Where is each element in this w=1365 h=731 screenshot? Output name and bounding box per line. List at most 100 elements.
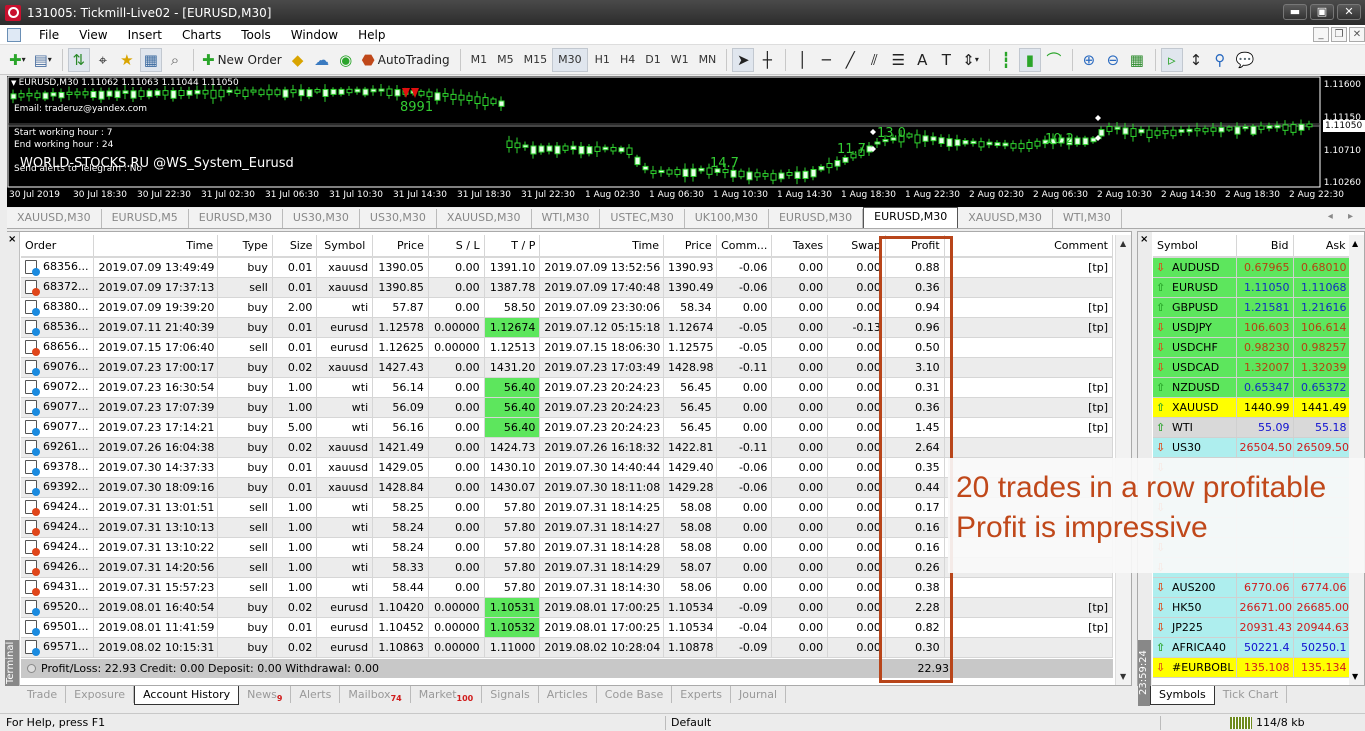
market-watch-row[interactable]: ⇩ US30 26504.50 26509.50 — [1153, 437, 1351, 458]
tile-windows-button[interactable]: ▦ — [1126, 48, 1148, 72]
line-chart-button[interactable]: ⌒ — [1043, 48, 1065, 72]
menu-insert[interactable]: Insert — [118, 28, 172, 42]
new-chart-button[interactable]: ✚ ▾ — [6, 48, 29, 72]
column-header[interactable]: T / P — [484, 235, 541, 258]
terminal-tab-code-base[interactable]: Code Base — [597, 686, 673, 703]
chart-tab[interactable]: XAUUSD,M30 — [437, 209, 532, 228]
close-button[interactable]: ✕ — [1337, 4, 1361, 20]
child-close-button[interactable]: ✕ — [1349, 27, 1365, 42]
candlestick-chart-button[interactable]: ▮ — [1018, 47, 1041, 72]
timeframe-m30[interactable]: M30 — [552, 47, 588, 72]
child-minimize-button[interactable]: _ — [1313, 27, 1329, 42]
timeframe-m1[interactable]: M1 — [466, 53, 493, 66]
menu-view[interactable]: View — [69, 28, 117, 42]
vertical-line-tool[interactable]: │ — [791, 48, 813, 72]
maximize-button[interactable]: ▣ — [1310, 4, 1334, 20]
column-header[interactable]: Order — [21, 235, 95, 258]
arrows-tool[interactable]: ⇕ ▾ — [959, 48, 982, 72]
column-header[interactable]: Comm... — [716, 235, 773, 258]
mw-col-ask[interactable]: Ask — [1293, 235, 1351, 258]
column-header[interactable]: Price — [663, 235, 717, 258]
tab-scroll-arrows[interactable]: ◂ ▸ — [1328, 211, 1359, 222]
market-watch-row[interactable]: ⇧ NZDUSD 0.65347 0.65372 — [1153, 377, 1351, 398]
menu-tools[interactable]: Tools — [231, 28, 281, 42]
horizontal-line-tool[interactable]: ─ — [815, 48, 837, 72]
document-menu-icon[interactable] — [7, 27, 21, 42]
price-chart[interactable]: ▼ EURUSD,M30 1.11062 1.11063 1.11044 1.1… — [7, 76, 1365, 207]
chart-tab[interactable]: EURUSD,M30 — [189, 209, 283, 228]
equidistant-channel-tool[interactable]: ⫽ — [863, 48, 885, 72]
fibonacci-tool[interactable]: ☰ — [887, 48, 909, 72]
autotrading-button[interactable]: ⬣ AutoTrading — [359, 48, 453, 72]
column-header[interactable]: S / L — [428, 235, 485, 258]
timeframe-mn[interactable]: MN — [694, 53, 722, 66]
autoscroll-button[interactable]: ▹ — [1160, 47, 1183, 72]
terminal-tab-news[interactable]: News9 — [239, 686, 292, 703]
new-order-button[interactable]: ✚ New Order — [199, 48, 285, 72]
market-watch-row[interactable]: ⇩ AUS200 6770.06 6774.06 — [1153, 577, 1351, 598]
market-watch-row[interactable]: ⇩ #EURBOBL 135.108 135.134 — [1153, 657, 1351, 678]
zoom-out-button[interactable]: ⊖ — [1102, 48, 1124, 72]
chart-tab[interactable]: WTI,M30 — [1053, 209, 1122, 228]
market-watch-row[interactable]: ⇧ AFRICA40 50221.4 50250.1 — [1153, 637, 1351, 658]
crosshair-tool[interactable]: ┼ — [756, 48, 778, 72]
chart-tab[interactable]: US30,M30 — [360, 209, 437, 228]
chart-tab[interactable]: XAUUSD,M30 — [958, 209, 1053, 228]
timeframe-d1[interactable]: D1 — [640, 53, 665, 66]
timeframe-m15[interactable]: M15 — [519, 53, 553, 66]
search-button[interactable]: ⚲ — [1209, 48, 1231, 72]
column-header[interactable]: Comment — [944, 235, 1114, 258]
column-header[interactable]: Time — [93, 235, 219, 258]
market-watch-row[interactable]: ⇩ HK50 26671.00 26685.00 — [1153, 597, 1351, 618]
text-tool[interactable]: A — [911, 48, 933, 72]
mw-col-bid[interactable]: Bid — [1236, 235, 1294, 258]
cursor-tool[interactable]: ➤ — [732, 47, 755, 72]
market-watch-row[interactable]: ⇧ WTI 55.09 55.18 — [1153, 417, 1351, 438]
terminal-tab-articles[interactable]: Articles — [539, 686, 597, 703]
text-label-tool[interactable]: T — [935, 48, 957, 72]
chart-shift-button[interactable]: ↕ — [1185, 48, 1207, 72]
column-header[interactable]: Swap — [827, 235, 886, 258]
menu-charts[interactable]: Charts — [172, 28, 231, 42]
terminal-tab-exposure[interactable]: Exposure — [66, 686, 135, 703]
market-watch-row[interactable]: ⇧ XAUUSD 1440.99 1441.49 — [1153, 397, 1351, 418]
column-header[interactable]: Type — [217, 235, 273, 258]
timeframe-m5[interactable]: M5 — [492, 53, 519, 66]
market-watch-tab-tick-chart[interactable]: Tick Chart — [1215, 686, 1288, 703]
data-window-button[interactable]: ⌖ — [92, 48, 114, 72]
child-restore-button[interactable]: ❐ — [1331, 27, 1347, 42]
column-header[interactable]: Price — [372, 235, 429, 258]
market-watch-row[interactable]: ⇩ USDCAD 1.32007 1.32039 — [1153, 357, 1351, 378]
chart-tab[interactable]: UK100,M30 — [685, 209, 769, 228]
market-watch-row[interactable]: ⇧ GBPUSD 1.21581 1.21616 — [1153, 297, 1351, 318]
terminal-tab-journal[interactable]: Journal — [731, 686, 787, 703]
menu-window[interactable]: Window — [281, 28, 348, 42]
market-watch-row[interactable]: ⇩ USDJPY 106.603 106.614 — [1153, 317, 1351, 338]
timeframe-h4[interactable]: H4 — [615, 53, 640, 66]
signals-button[interactable]: ◉ — [335, 48, 357, 72]
terminal-tab-mailbox[interactable]: Mailbox74 — [340, 686, 411, 703]
terminal-tab-experts[interactable]: Experts — [672, 686, 732, 703]
trendline-tool[interactable]: ╱ — [839, 48, 861, 72]
market-watch-close-icon[interactable]: × — [1140, 234, 1148, 245]
market-watch-row[interactable]: ⇩ AUDUSD 0.67965 0.68010 — [1153, 257, 1351, 278]
market-watch-tab-symbols[interactable]: Symbols — [1150, 686, 1215, 705]
mw-col-symbol[interactable]: Symbol — [1153, 235, 1237, 258]
strategy-tester-button[interactable]: ⌕ — [164, 48, 186, 72]
timeframe-h1[interactable]: H1 — [590, 53, 615, 66]
metaeditor-button[interactable]: ◆ — [287, 48, 309, 72]
navigator-button[interactable]: ★ — [116, 48, 138, 72]
column-header[interactable]: Symbol — [316, 235, 374, 258]
column-header[interactable]: Time — [539, 235, 664, 258]
chart-tab[interactable]: EURUSD,M30 — [863, 207, 959, 228]
terminal-tab-market[interactable]: Market100 — [411, 686, 483, 703]
profiles-button[interactable]: ▤ ▾ — [31, 48, 55, 72]
market-watch-button[interactable]: ⇅ — [67, 47, 90, 72]
terminal-tab-trade[interactable]: Trade — [19, 686, 67, 703]
bar-chart-button[interactable]: ┇ — [995, 48, 1017, 72]
terminal-close-icon[interactable]: × — [8, 234, 16, 245]
chart-tab[interactable]: WTI,M30 — [532, 209, 601, 228]
market-watch-row[interactable]: ⇩ USDCHF 0.98230 0.98257 — [1153, 337, 1351, 358]
terminal-tab-signals[interactable]: Signals — [482, 686, 539, 703]
timeframe-w1[interactable]: W1 — [666, 53, 694, 66]
